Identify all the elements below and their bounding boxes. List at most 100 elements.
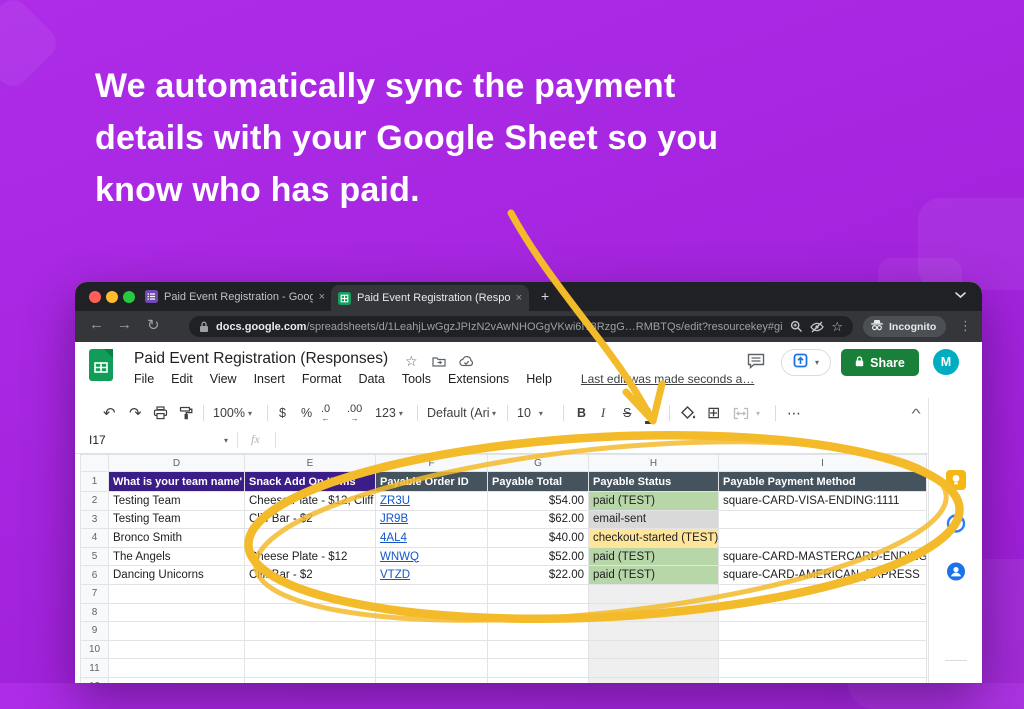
empty-cell[interactable] [589,604,719,623]
header-cell[interactable]: What is your team name' [109,472,245,492]
bold-icon[interactable]: B [577,402,586,424]
menu-help[interactable]: Help [526,372,552,386]
tasks-icon[interactable] [947,514,966,538]
redo-icon[interactable]: ↷ [129,402,142,424]
menu-insert[interactable]: Insert [254,372,285,386]
font-size-select[interactable]: 10▾ [517,402,543,424]
empty-cell[interactable] [719,604,927,623]
column-header-e[interactable]: E [245,455,376,472]
column-header-g[interactable]: G [488,455,589,472]
empty-cell[interactable] [109,622,245,641]
forward-icon[interactable]: → [117,316,132,333]
column-header-i[interactable]: I [719,455,927,472]
cell[interactable]: Cheese Plate - $12, Cliff [245,492,376,511]
cell[interactable]: Cliff Bar - $2 [245,511,376,530]
zoom-select[interactable]: 100%▾ [213,402,252,424]
header-cell[interactable]: Payable Order ID [376,472,488,492]
cell[interactable]: square-CARD-MASTERCARD-ENDING [719,548,927,567]
cell[interactable]: Cliff Bar - $2 [245,566,376,585]
cell[interactable] [719,511,927,530]
cell[interactable]: $40.00 [488,529,589,548]
comment-icon[interactable] [747,353,765,374]
empty-cell[interactable] [589,641,719,660]
font-select[interactable]: Default (Ari…▾ [427,402,503,424]
formula-input[interactable] [285,428,928,452]
empty-cell[interactable] [719,641,927,660]
cell[interactable] [245,529,376,548]
empty-cell[interactable] [376,604,488,623]
row-header[interactable]: 11 [81,659,109,678]
cell-status[interactable]: email-sent [589,511,719,530]
menu-tools[interactable]: Tools [402,372,431,386]
bookmark-star-icon[interactable]: ☆ [831,319,843,335]
print-icon[interactable] [153,402,168,424]
cell[interactable]: $54.00 [488,492,589,511]
cell[interactable]: Cheese Plate - $12 [245,548,376,567]
tab-sheets-active[interactable]: Paid Event Registration (Respo × [331,285,529,311]
sheets-logo-icon[interactable] [88,348,114,387]
tab-forms[interactable]: Paid Event Registration - Goog × [139,282,331,311]
row-header[interactable]: 8 [81,604,109,623]
empty-cell[interactable] [589,585,719,604]
empty-cell[interactable] [719,678,927,683]
cell[interactable]: square-CARD-AMERICAN_EXPRESS [719,566,927,585]
percent-format-icon[interactable]: % [301,402,312,424]
empty-cell[interactable] [376,659,488,678]
menu-format[interactable]: Format [302,372,342,386]
document-title[interactable]: Paid Event Registration (Responses) [134,350,388,368]
empty-cell[interactable] [719,622,927,641]
cell-status[interactable]: checkout-started (TEST) [589,529,719,548]
menu-data[interactable]: Data [358,372,384,386]
cell[interactable]: Testing Team [109,492,245,511]
row-header[interactable]: 12 [81,678,109,683]
close-window-button[interactable] [89,291,101,303]
empty-cell[interactable] [245,659,376,678]
menu-file[interactable]: File [134,372,154,386]
empty-cell[interactable] [589,678,719,683]
close-icon[interactable]: × [319,291,325,303]
empty-cell[interactable] [488,659,589,678]
cell-link[interactable]: VTZD [376,566,488,585]
cell[interactable]: Bronco Smith [109,529,245,548]
empty-cell[interactable] [245,585,376,604]
menu-edit[interactable]: Edit [171,372,193,386]
name-box[interactable]: I17 [89,433,106,447]
cell[interactable]: square-CARD-VISA-ENDING:1111 [719,492,927,511]
cell[interactable]: The Angels [109,548,245,567]
header-cell[interactable]: Payable Payment Method [719,472,927,492]
row-header[interactable]: 6 [81,566,109,585]
empty-cell[interactable] [245,604,376,623]
star-icon[interactable]: ☆ [405,353,418,370]
empty-cell[interactable] [109,585,245,604]
collapse-toolbar-icon[interactable]: ^ [911,402,920,424]
column-header-d[interactable]: D [109,455,245,472]
cell-status[interactable]: paid (TEST) [589,492,719,511]
empty-cell[interactable] [376,622,488,641]
menu-view[interactable]: View [210,372,237,386]
cell[interactable]: $62.00 [488,511,589,530]
cell-link[interactable]: JR9B [376,511,488,530]
zoom-icon[interactable] [790,320,803,333]
avatar[interactable]: M [933,349,959,375]
menu-dots-icon[interactable]: ⋮ [959,318,972,334]
text-color-icon[interactable]: A [645,404,653,424]
empty-cell[interactable] [488,604,589,623]
cell-link[interactable]: WNWQ [376,548,488,567]
select-all-corner[interactable] [81,455,109,472]
cell[interactable] [719,529,927,548]
chevron-down-icon[interactable] [955,286,966,304]
last-edit-link[interactable]: Last edit was made seconds a… [581,372,754,386]
name-box-caret-icon[interactable]: ▾ [224,436,228,445]
cell-status[interactable]: paid (TEST) [589,566,719,585]
empty-cell[interactable] [719,659,927,678]
row-header[interactable]: 1 [81,472,109,492]
empty-cell[interactable] [589,622,719,641]
row-header[interactable]: 10 [81,641,109,660]
row-header[interactable]: 5 [81,548,109,567]
empty-cell[interactable] [488,678,589,683]
fill-color-icon[interactable] [681,402,696,424]
borders-icon[interactable]: ⊞ [707,402,720,424]
header-cell[interactable]: Snack Add On Items [245,472,376,492]
strikethrough-icon[interactable]: S [623,402,631,424]
back-icon[interactable]: ← [89,316,104,333]
